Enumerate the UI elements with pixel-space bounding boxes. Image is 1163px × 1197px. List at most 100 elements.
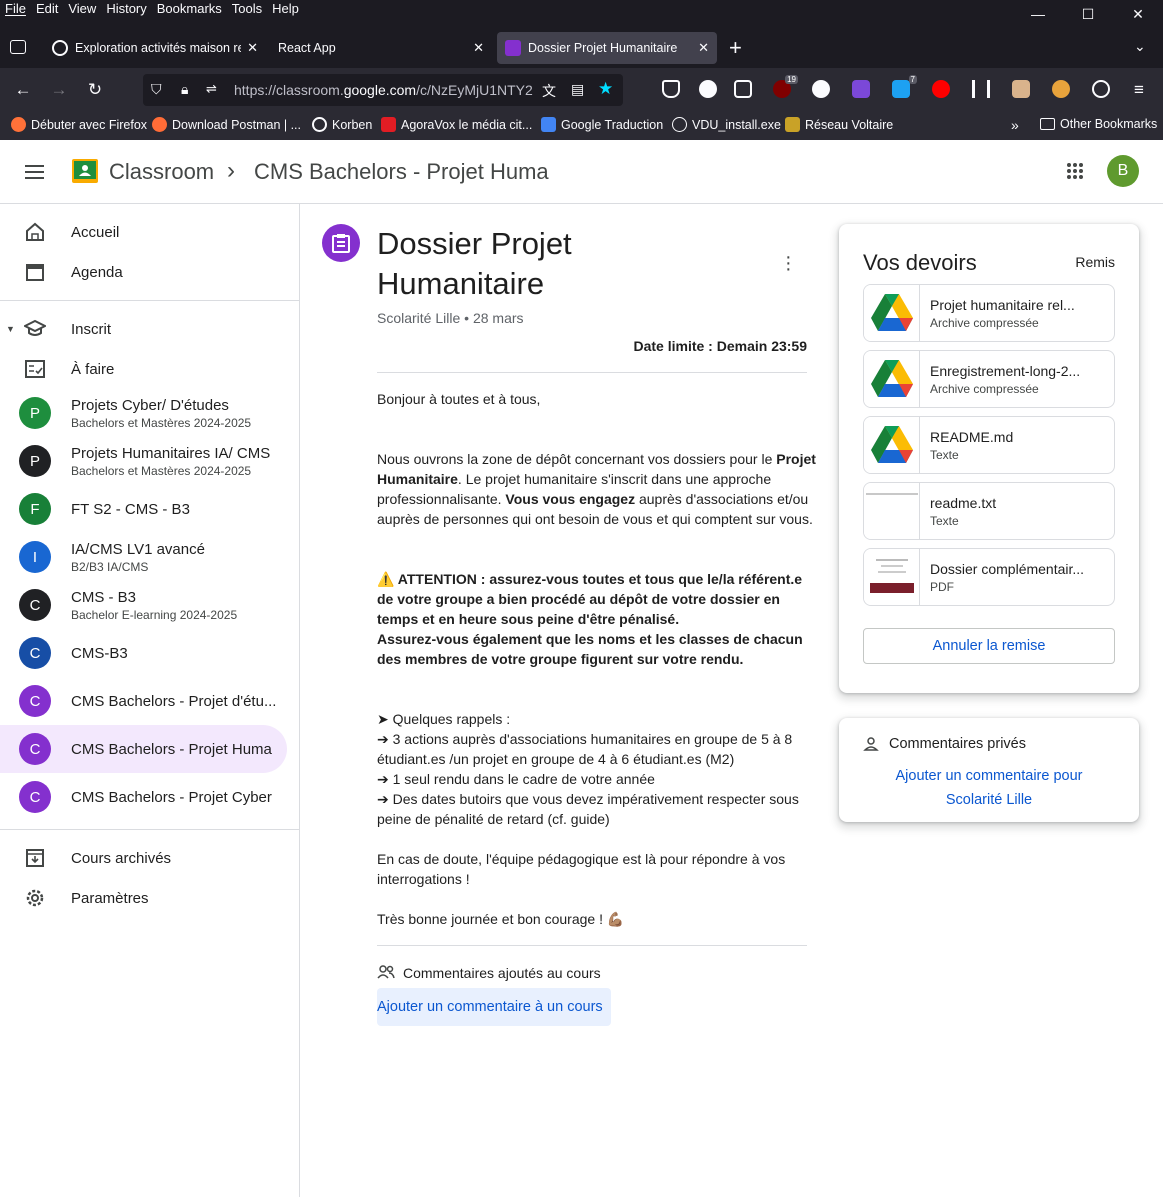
warning-icon: ⚠️	[377, 571, 395, 587]
postman-icon	[152, 117, 167, 132]
course-avatar: P	[19, 445, 51, 477]
bookmarks-overflow-icon[interactable]: »	[1011, 117, 1019, 133]
extension-shield-icon[interactable]: 7	[892, 75, 917, 98]
sidebar-item-calendar[interactable]: Agenda	[0, 248, 287, 296]
sidebar-course-5[interactable]: C CMS-B3	[0, 629, 287, 677]
app-title[interactable]: Classroom	[109, 159, 214, 185]
attachment-4[interactable]: Dossier complémentair... PDF	[863, 548, 1115, 606]
more-options-icon[interactable]: · · ·	[785, 247, 792, 279]
unsubmit-button[interactable]: Annuler la remise	[863, 628, 1115, 664]
puzzle-icon[interactable]	[734, 80, 752, 98]
close-tab-icon[interactable]: ✕	[473, 40, 484, 56]
course-avatar: C	[19, 733, 51, 765]
new-tab-icon[interactable]: +	[729, 35, 742, 61]
divider	[377, 945, 807, 946]
course-breadcrumb[interactable]: CMS Bachelors - Projet Huma	[254, 159, 549, 185]
tab-react-app[interactable]: React App ✕	[270, 32, 492, 64]
sidebar-course-8[interactable]: C CMS Bachelors - Projet Cyber	[0, 773, 287, 821]
extension-s-icon[interactable]	[812, 80, 830, 98]
attachment-0[interactable]: Projet humanitaire rel... Archive compre…	[863, 284, 1115, 342]
sidebar-course-7[interactable]: C CMS Bachelors - Projet Huma	[0, 725, 287, 773]
attachment-3[interactable]: readme.txt Texte	[863, 482, 1115, 540]
shield-icon[interactable]: ⛉	[151, 81, 162, 98]
hamburger-menu-icon[interactable]: ≡	[1129, 80, 1149, 100]
youtube-icon[interactable]	[932, 80, 950, 98]
add-private-comment-link[interactable]: Ajouter un commentaire pour Scolarité Li…	[839, 764, 1139, 812]
tab-dossier[interactable]: Dossier Projet Humanitaire ✕	[497, 32, 717, 64]
post-attention-2: Assurez-vous également que les noms et l…	[377, 631, 803, 667]
chevron-down-icon[interactable]: ⌄	[1134, 38, 1146, 55]
course-avatar: C	[19, 781, 51, 813]
sidebar-course-4[interactable]: C CMS - B3 Bachelor E-learning 2024-2025	[0, 581, 287, 629]
close-window-icon[interactable]: ✕	[1113, 0, 1163, 28]
bookmark-vdu[interactable]: VDU_install.exe	[672, 117, 781, 132]
menu-bookmarks[interactable]: Bookmarks	[152, 0, 227, 16]
sidebar-item-settings[interactable]: Paramètres	[0, 874, 287, 922]
bookmark-google-translate[interactable]: Google Traduction	[541, 117, 663, 132]
other-bookmarks[interactable]: Other Bookmarks	[1040, 117, 1157, 131]
forward-icon[interactable]: →	[49, 80, 69, 100]
agoravox-icon	[381, 117, 396, 132]
sidebar-course-2[interactable]: F FT S2 - CMS - B3	[0, 485, 287, 533]
apps-grid-icon[interactable]	[1066, 162, 1084, 180]
course-avatar: C	[19, 637, 51, 669]
attachment-2[interactable]: README.md Texte	[863, 416, 1115, 474]
permissions-icon[interactable]: ⇌	[206, 81, 217, 97]
tab-label: React App	[278, 41, 336, 55]
reader-icon[interactable]: ▤	[571, 81, 584, 98]
menu-file[interactable]: File	[0, 0, 31, 16]
menu-view[interactable]: View	[63, 0, 101, 16]
sidebar: Accueil Agenda ▼ Inscrit À faire P Proje…	[0, 204, 300, 1197]
bookmark-firefox[interactable]: Débuter avec Firefox	[11, 117, 147, 132]
menu-bar: File Edit View History Bookmarks Tools H…	[0, 0, 1163, 28]
text-document-thumbnail	[864, 483, 920, 539]
bookmark-postman[interactable]: Download Postman | ...	[152, 117, 301, 132]
menu-help[interactable]: Help	[267, 0, 304, 16]
extension-molecule-icon[interactable]	[1092, 80, 1110, 98]
main-menu-icon[interactable]	[24, 162, 46, 182]
close-tab-icon[interactable]: ✕	[698, 40, 709, 56]
sidebar-course-1[interactable]: P Projets Humanitaires IA/ CMS Bachelors…	[0, 437, 287, 485]
pocket-icon[interactable]	[662, 80, 680, 98]
extension-mask-icon[interactable]	[1012, 80, 1030, 98]
divider	[0, 300, 299, 301]
bookmark-agoravox[interactable]: AgoraVox le média cit...	[381, 117, 532, 132]
tab-list-icon[interactable]	[10, 40, 26, 54]
ublock-icon[interactable]: 19	[773, 75, 798, 98]
sidebar-course-0[interactable]: P Projets Cyber/ D'études Bachelors et M…	[0, 389, 287, 437]
reload-icon[interactable]: ↻	[85, 80, 105, 100]
classroom-logo-icon[interactable]	[72, 159, 98, 183]
sidebar-course-3[interactable]: I IA/CMS LV1 avancé B2/B3 IA/CMS	[0, 533, 287, 581]
course-avatar: F	[19, 493, 51, 525]
post-greeting: Bonjour à toutes et à tous,	[377, 391, 541, 407]
translate-icon[interactable]: 文	[542, 81, 556, 101]
sidebar-item-todo[interactable]: À faire	[0, 345, 287, 393]
library-icon[interactable]	[972, 80, 990, 98]
bookmark-star-icon[interactable]: ★	[598, 79, 613, 99]
back-icon[interactable]: ←	[13, 80, 33, 100]
classroom-header: Classroom › CMS Bachelors - Projet Huma …	[0, 140, 1163, 204]
bookmark-voltaire[interactable]: Réseau Voltaire	[785, 117, 893, 132]
cookie-icon[interactable]	[1052, 80, 1070, 98]
maximize-icon[interactable]: ☐	[1063, 0, 1113, 28]
sidebar-course-6[interactable]: C CMS Bachelors - Projet d'étu...	[0, 677, 287, 725]
lock-icon[interactable]: 🔒︎	[181, 81, 188, 98]
menu-tools[interactable]: Tools	[227, 0, 267, 16]
google-translate-icon	[541, 117, 556, 132]
menu-history[interactable]: History	[101, 0, 151, 16]
add-class-comment-button[interactable]: Ajouter un commentaire à un cours	[377, 988, 611, 1026]
post-reminder-0: ➤ Quelques rappels :	[377, 711, 511, 727]
attachment-1[interactable]: Enregistrement-long-2... Archive compres…	[863, 350, 1115, 408]
todo-list-icon	[25, 360, 45, 378]
account-avatar[interactable]: B	[1107, 155, 1139, 187]
extension-g-icon[interactable]	[699, 80, 717, 98]
minimize-icon[interactable]: —	[1013, 0, 1063, 28]
bookmark-korben[interactable]: Korben	[312, 117, 372, 132]
url-bar[interactable]: ⛉ 🔒︎ ⇌ https://classroom.google.com/c/Nz…	[143, 74, 623, 106]
close-tab-icon[interactable]: ✕	[247, 40, 258, 56]
expand-arrow-icon[interactable]: ▼	[6, 324, 15, 334]
course-avatar: I	[19, 541, 51, 573]
extension-hex-icon[interactable]	[852, 80, 870, 98]
menu-edit[interactable]: Edit	[31, 0, 63, 16]
tab-exploration[interactable]: Exploration activités maison ret ✕	[44, 32, 266, 64]
